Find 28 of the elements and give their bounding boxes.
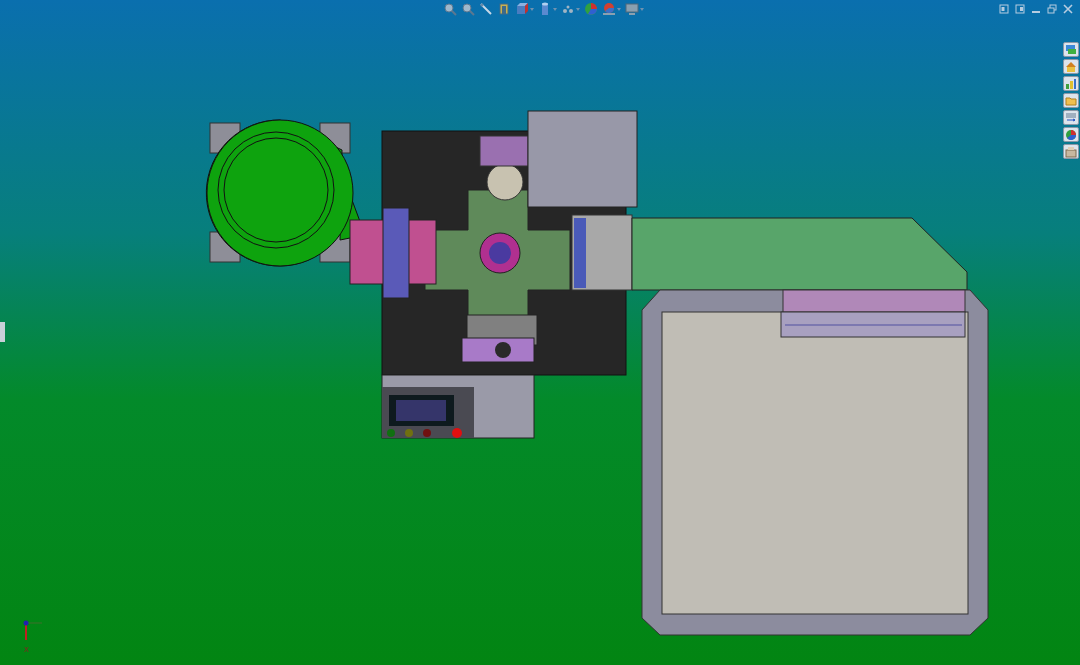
bar-chart-icon[interactable] (1063, 76, 1079, 91)
panel-icon[interactable] (998, 3, 1010, 15)
home-icon[interactable] (1063, 59, 1079, 74)
color-wheel-icon[interactable] (1063, 127, 1079, 142)
restore-icon[interactable] (1046, 3, 1058, 15)
caret-icon[interactable] (640, 7, 644, 11)
measure-tool-button[interactable] (478, 2, 494, 16)
speech-bubble-icon[interactable] (1063, 42, 1079, 57)
zoom-in-icon (443, 2, 457, 16)
render-tool-button[interactable] (601, 2, 622, 16)
panel-grip-handle[interactable] (0, 322, 5, 342)
close-icon[interactable] (1062, 3, 1074, 15)
caret-icon[interactable] (530, 7, 534, 11)
measure-icon (479, 2, 493, 16)
caret-icon[interactable] (553, 7, 557, 11)
zoom-out-icon (461, 2, 475, 16)
monitor-tool-button[interactable] (624, 2, 645, 16)
cube-tool-button[interactable] (514, 2, 535, 16)
panel-icon[interactable] (1014, 3, 1026, 15)
folder-icon[interactable] (1063, 93, 1079, 108)
cube-icon (515, 2, 529, 16)
zoom-in-tool-button[interactable] (442, 2, 458, 16)
monitor-icon (625, 2, 639, 16)
caret-icon[interactable] (617, 7, 621, 11)
box-icon[interactable] (1063, 144, 1079, 159)
swap-icon[interactable] (1063, 110, 1079, 125)
caret-icon[interactable] (576, 7, 580, 11)
zoom-out-tool-button[interactable] (460, 2, 476, 16)
